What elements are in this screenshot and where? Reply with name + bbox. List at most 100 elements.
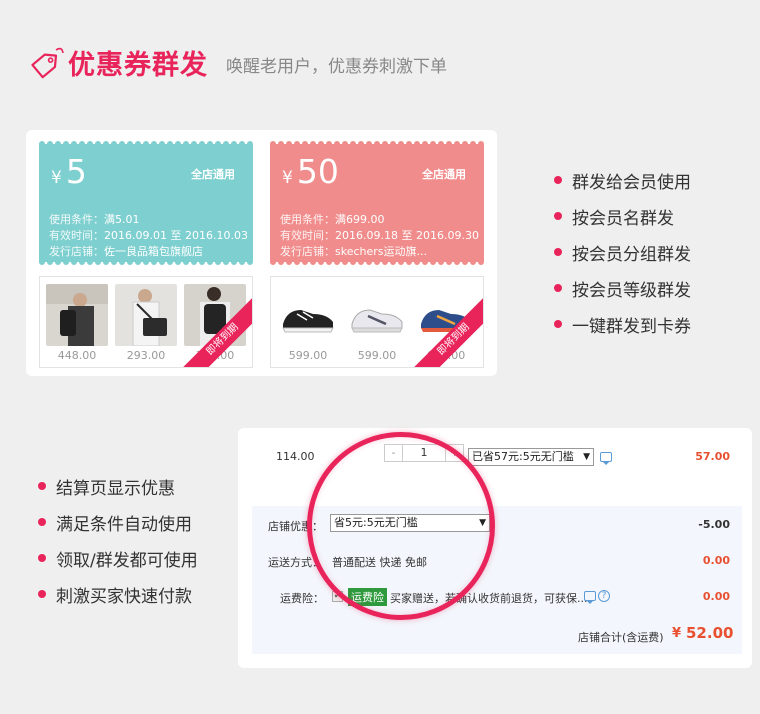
qty-plus-button[interactable]: + [445, 445, 463, 461]
product-thumb[interactable]: 448.00 [46, 284, 108, 362]
feature-list-top: 群发给会员使用 按会员名群发 按会员分组群发 按会员等级群发 一键群发到卡券 [554, 162, 691, 342]
coupon-scope: 全店通用 [191, 168, 235, 181]
shipping-value: 普通配送 快递 免邮 [332, 556, 427, 569]
product-thumb[interactable]: 599.00 [277, 284, 339, 362]
product-thumb[interactable]: 599.00 [346, 284, 408, 362]
coupon-card-50[interactable]: ¥ 50 全店通用 使用条件：满699.00 有效时间：2016.09.18 至… [270, 138, 484, 368]
item-discount-value: 已省57元:5元无门槛 [472, 450, 574, 463]
insurance-checkbox[interactable]: ✔ [332, 591, 343, 602]
condition-value: 满699.00 [335, 213, 385, 226]
bullet-dot-icon [38, 482, 46, 490]
coupon-preview-panel: ¥ 5 全店通用 使用条件：满5.01 有效时间：2016.09.01 至 20… [26, 130, 497, 376]
period-label: 有效时间： [49, 229, 104, 242]
coupon-scope: 全店通用 [422, 168, 466, 181]
page-title: 优惠券群发 [68, 49, 208, 81]
bullet-dot-icon [38, 554, 46, 562]
shipping-label: 运送方式： [268, 556, 323, 569]
coupon-value: 5 [65, 152, 87, 191]
shop-label: 发行店铺： [49, 245, 104, 258]
shop-discount-row: 店铺优惠： 省5元:5元无门槛 ▼ -5.00 [252, 506, 742, 542]
feature-item: 按会员名群发 [554, 198, 691, 234]
shipping-row: 运送方式： 普通配送 快递 免邮 0.00 [252, 542, 742, 578]
item-total: 57.00 [695, 450, 730, 463]
insurance-amount: 0.00 [702, 590, 730, 603]
feature-text: 满足条件自动使用 [56, 514, 192, 535]
bullet-dot-icon [554, 248, 562, 256]
period-value: 2016.09.18 至 2016.09.30 [335, 229, 479, 242]
shop-value: skechers运动旗... [335, 245, 428, 258]
help-icon[interactable]: ? [598, 590, 610, 602]
shop-discount-value: 省5元:5元无门槛 [334, 516, 418, 529]
shop-total-label: 店铺合计(含运费) [578, 631, 664, 644]
insurance-row: 运费险： ✔ 运费险 买家赠送，若确认收货前退货，可获保... ? 0.00 [252, 578, 742, 614]
feature-text: 一键群发到卡券 [572, 316, 691, 337]
chevron-down-icon: ▼ [479, 518, 486, 528]
shop-discount-amount: -5.00 [698, 518, 730, 531]
currency-symbol: ¥ [51, 168, 62, 188]
feature-text: 群发给会员使用 [572, 172, 691, 193]
feature-text: 按会员名群发 [572, 208, 674, 229]
shop-total-row: 店铺合计(含运费) ¥ 52.00 [252, 614, 742, 654]
product-price: 599.00 [357, 349, 397, 362]
feature-item: 按会员分组群发 [554, 234, 691, 270]
chat-icon[interactable] [584, 591, 596, 604]
coupon-tag-icon [26, 42, 66, 82]
product-image-messenger-bag-man [115, 284, 177, 346]
feature-item: 一键群发到卡券 [554, 306, 691, 342]
product-price: 293.00 [126, 349, 166, 362]
feature-text: 领取/群发都可使用 [56, 550, 198, 571]
unit-price: 114.00 [276, 450, 315, 463]
feature-item: 刺激买家快速付款 [38, 576, 198, 612]
product-image-backpack-man [46, 284, 108, 346]
feature-item: 满足条件自动使用 [38, 504, 198, 540]
currency-symbol: ¥ [282, 168, 293, 188]
bullet-dot-icon [554, 212, 562, 220]
feature-text: 按会员分组群发 [572, 244, 691, 265]
shop-label: 发行店铺： [280, 245, 335, 258]
product-image-black-sneaker [277, 284, 339, 346]
product-thumb[interactable]: 293.00 [115, 284, 177, 362]
coupon-info: 使用条件：满5.01 有效时间：2016.09.01 至 2016.10.03 … [49, 212, 248, 260]
chevron-down-icon: ▼ [583, 452, 590, 462]
item-discount-select[interactable]: 已省57元:5元无门槛 ▼ [468, 448, 594, 466]
coupon-value: 50 [296, 152, 339, 191]
coupon-card-5[interactable]: ¥ 5 全店通用 使用条件：满5.01 有效时间：2016.09.01 至 20… [39, 138, 253, 368]
feature-text: 刺激买家快速付款 [56, 586, 192, 607]
feature-item: 领取/群发都可使用 [38, 540, 198, 576]
shipping-amount: 0.00 [702, 554, 730, 567]
product-price: 599.00 [288, 349, 328, 362]
shop-discount-select[interactable]: 省5元:5元无门槛 ▼ [330, 514, 490, 532]
coupon-5-amount: ¥ 5 [51, 152, 87, 191]
coupon-5-products: 448.00 293.00 349.00 即将到期 [39, 276, 253, 368]
page-header: 优惠券群发 唤醒老用户，优惠券刺激下单 [26, 42, 447, 82]
feature-item: 结算页显示优惠 [38, 468, 198, 504]
qty-minus-button[interactable]: - [385, 445, 403, 461]
bullet-dot-icon [38, 590, 46, 598]
checkout-panel: 114.00 - 1 + 已省57元:5元无门槛 ▼ 57.00 店铺优惠： 省… [238, 428, 752, 668]
order-item-row: 114.00 - 1 + 已省57元:5元无门槛 ▼ 57.00 [252, 428, 742, 488]
bullet-dot-icon [554, 284, 562, 292]
qty-input[interactable]: 1 [403, 445, 445, 461]
bullet-dot-icon [554, 176, 562, 184]
bullet-dot-icon [38, 518, 46, 526]
condition-label: 使用条件： [49, 213, 104, 226]
condition-value: 满5.01 [104, 213, 140, 226]
feature-item: 按会员等级群发 [554, 270, 691, 306]
page-subtitle: 唤醒老用户，优惠券刺激下单 [226, 56, 447, 77]
feature-item: 群发给会员使用 [554, 162, 691, 198]
insurance-label: 运费险： [280, 592, 324, 605]
feature-text: 结算页显示优惠 [56, 478, 175, 499]
feature-text: 按会员等级群发 [572, 280, 691, 301]
product-image-white-sneaker [346, 284, 408, 346]
coupon-info: 使用条件：满699.00 有效时间：2016.09.18 至 2016.09.3… [280, 212, 479, 260]
quantity-stepper[interactable]: - 1 + [384, 444, 464, 462]
coupon-50-amount: ¥ 50 [282, 152, 339, 191]
period-label: 有效时间： [280, 229, 335, 242]
chat-icon[interactable] [600, 452, 612, 465]
product-price: 448.00 [57, 349, 97, 362]
coupon-50-products: 599.00 599.00 699.00 即将到期 [270, 276, 484, 368]
period-value: 2016.09.01 至 2016.10.03 [104, 229, 248, 242]
total-currency: ¥ [672, 626, 682, 641]
condition-label: 使用条件： [280, 213, 335, 226]
bullet-dot-icon [554, 320, 562, 328]
